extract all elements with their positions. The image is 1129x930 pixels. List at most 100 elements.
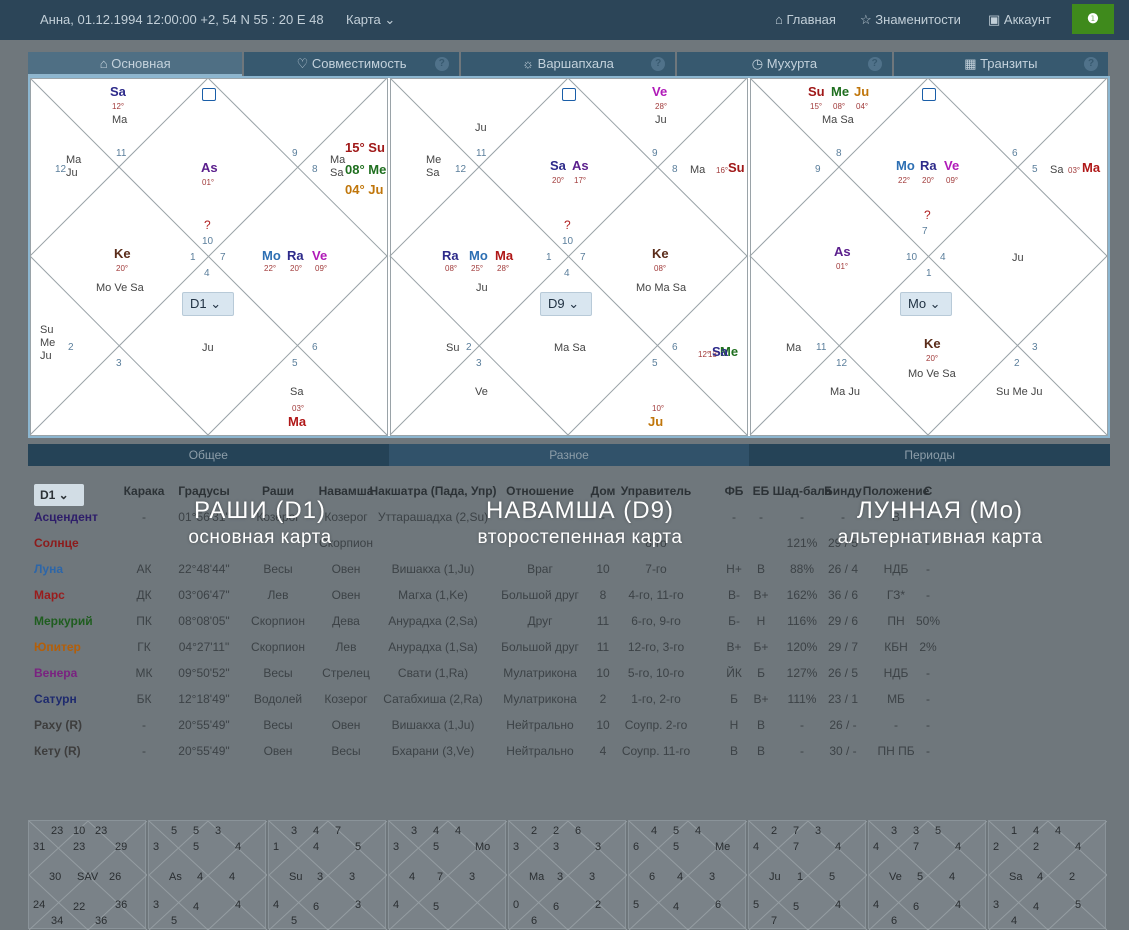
table-row[interactable]: Асцендент - 01°56'31" Козерог Козерог Уттараш… [28, 504, 1110, 530]
square-icon[interactable] [562, 88, 576, 101]
table-row[interactable]: Меркурий ПК 08°08'05" Скорпион Дева Анурадха … [28, 608, 1110, 634]
column-header[interactable]: Отношение [506, 484, 574, 498]
table-varga-select[interactable]: D1 ⌄ [34, 484, 84, 506]
planet-sa[interactable]: Sa [550, 158, 566, 173]
table-row[interactable]: Сатурн БК 12°18'49" Водолей Козерог Сатабхиша… [28, 686, 1110, 712]
chart-d1-select[interactable]: D1 ⌄ [182, 292, 234, 316]
sav-cell[interactable]: 5 5 3 3 5 4 As 4 4 3 4 4 5 [148, 820, 267, 930]
table-row[interactable]: Луна АК 22°48'44" Весы Овен Вишакха (1,Ju) Вра… [28, 556, 1110, 582]
column-header[interactable]: Дом [591, 484, 616, 498]
table-row[interactable]: Раху (R) - 20°55'49" Весы Овен Вишакха (1,Ju)… [28, 712, 1110, 738]
planet-me[interactable]: Me [831, 84, 849, 99]
sav-cell[interactable]: 3 4 7 1 4 5 Su 3 3 4 6 3 5 [268, 820, 387, 930]
tab-compatibility[interactable]: ♡ Совместимость? [244, 52, 459, 76]
square-icon[interactable] [202, 88, 216, 101]
table-row[interactable]: Юпитер ГК 04°27'11" Скорпион Лев Анурадха (1,… [28, 634, 1110, 660]
subtab-misc[interactable]: Разное [388, 444, 750, 466]
nav-famous[interactable]: ☆ Знаменитости [860, 12, 961, 28]
column-header[interactable]: Карака [124, 484, 165, 498]
planet-name[interactable]: Венера [34, 666, 77, 680]
tab-varshaphala[interactable]: ☼ Варшапхала? [460, 52, 676, 76]
subtab-periods[interactable]: Периоды [749, 444, 1110, 466]
help-button[interactable]: ❶ [1072, 4, 1114, 34]
sav-cell[interactable]: 2 7 3 4 7 4 Ju 1 5 5 5 4 7 [748, 820, 867, 930]
table-row[interactable]: Марс ДК 03°06'47" Лев Овен Магха (1,Ke) Большо… [28, 582, 1110, 608]
info-icon[interactable]: ? [867, 57, 882, 71]
planet-name[interactable]: Меркурий [34, 614, 93, 628]
planet-mo[interactable]: Mo [262, 248, 281, 263]
planet-ju[interactable]: Ju [854, 84, 869, 99]
nav-home[interactable]: ⌂ Главная [775, 12, 836, 27]
planet-as[interactable]: As [201, 160, 218, 175]
table-row[interactable]: Венера МК 09°50'52" Весы Стрелец Свати (1,Ra)… [28, 660, 1110, 686]
column-header[interactable]: Шад-бала [773, 484, 832, 498]
planet-me[interactable]: 08° Me [345, 162, 386, 177]
planet-ke[interactable]: Ke [924, 336, 941, 351]
column-header[interactable]: Навамша [319, 484, 374, 498]
tab-transits[interactable]: ▦ Транзиты? [893, 52, 1109, 76]
planet-ma[interactable]: Ma [288, 414, 306, 429]
planet-su[interactable]: Su [728, 160, 745, 175]
sav-value: 4 [651, 825, 658, 837]
chart-d9-select[interactable]: D9 ⌄ [540, 292, 592, 316]
column-header[interactable]: С [924, 484, 933, 498]
chart-moon-select[interactable]: Mo ⌄ [900, 292, 952, 316]
sav-cell[interactable]: 23 10 23 31 23 29 30 SAV 26 24 22 36 34 36 [28, 820, 147, 930]
column-header[interactable]: ФБ [725, 484, 744, 498]
planet-as[interactable]: As [834, 244, 851, 259]
column-header[interactable]: ЕБ [753, 484, 770, 498]
sav-cell[interactable]: 3 4 4 3 5 Mo 4 7 3 4 5 [388, 820, 507, 930]
planet-ma[interactable]: Ma [495, 248, 513, 263]
planet-ke[interactable]: Ke [114, 246, 131, 261]
question-mark[interactable]: ? [924, 208, 931, 222]
planet-ju[interactable]: 04° Ju [345, 182, 383, 197]
planet-ve[interactable]: Ve [944, 158, 959, 173]
sav-cell[interactable]: 3 3 5 4 7 4 Ve 5 4 4 6 4 6 [868, 820, 987, 930]
planet-ve[interactable]: Ve [652, 84, 667, 99]
tab-main[interactable]: ⌂ Основная [28, 52, 243, 76]
planet-ra[interactable]: Ra [287, 248, 304, 263]
planet-sa[interactable]: Sa [110, 84, 126, 99]
sav-cell[interactable]: 1 4 4 2 2 4 Sa 4 2 3 4 5 4 [988, 820, 1107, 930]
planet-name[interactable]: Сатурн [34, 692, 77, 706]
planet-mo[interactable]: Mo [896, 158, 915, 173]
planet-ke[interactable]: Ke [652, 246, 669, 261]
info-icon[interactable]: ? [651, 57, 666, 71]
table-row[interactable]: Солнце Скорпион 8-го 121% 29 / 5 - [28, 530, 1110, 556]
planet-name[interactable]: Асцендент [34, 510, 98, 524]
planet-name[interactable]: Луна [34, 562, 63, 576]
planet-name[interactable]: Раху (R) [34, 718, 82, 732]
planet-name[interactable]: Кету (R) [34, 744, 81, 758]
map-menu[interactable]: Карта ⌄ [346, 12, 395, 28]
nav-account[interactable]: ▣ Аккаунт [988, 12, 1051, 28]
info-icon[interactable]: ? [1084, 57, 1099, 71]
planet-ra[interactable]: Ra [920, 158, 937, 173]
planet-as[interactable]: As [572, 158, 589, 173]
question-mark[interactable]: ? [204, 218, 211, 232]
question-mark[interactable]: ? [564, 218, 571, 232]
planet-name[interactable]: Солнце [34, 536, 79, 550]
planet-ju[interactable]: Ju [648, 414, 663, 429]
subtab-general[interactable]: Общее [28, 444, 389, 466]
planet-name[interactable]: Марс [34, 588, 65, 602]
planet-sa[interactable]: Sa [712, 344, 728, 359]
planet-name[interactable]: Юпитер [34, 640, 81, 654]
column-header[interactable]: Раши [262, 484, 294, 498]
square-icon[interactable] [922, 88, 936, 101]
planet-ve[interactable]: Ve [312, 248, 327, 263]
column-header[interactable]: Положение [863, 484, 930, 498]
info-icon[interactable]: ? [434, 57, 449, 71]
sav-cell[interactable]: 4 5 4 6 5 Me 6 4 3 5 4 6 [628, 820, 747, 930]
column-header[interactable]: Накшатра (Пада, Упр) [369, 484, 496, 498]
column-header[interactable]: Градусы [178, 484, 229, 498]
planet-su[interactable]: Su [808, 84, 825, 99]
planet-ma[interactable]: Ma [1082, 160, 1100, 175]
tab-muhurta[interactable]: ◷ Мухурта? [677, 52, 892, 76]
column-header[interactable]: Управитель [621, 484, 692, 498]
planet-mo[interactable]: Mo [469, 248, 488, 263]
planet-su[interactable]: 15° Su [345, 140, 385, 155]
sav-cell[interactable]: 2 2 6 3 3 3 Ma 3 3 0 6 2 6 [508, 820, 627, 930]
column-header[interactable]: Бинду [824, 484, 862, 498]
table-row[interactable]: Кету (R) - 20°55'49" Овен Весы Бхарани (3,Ve)… [28, 738, 1110, 764]
planet-ra[interactable]: Ra [442, 248, 459, 263]
